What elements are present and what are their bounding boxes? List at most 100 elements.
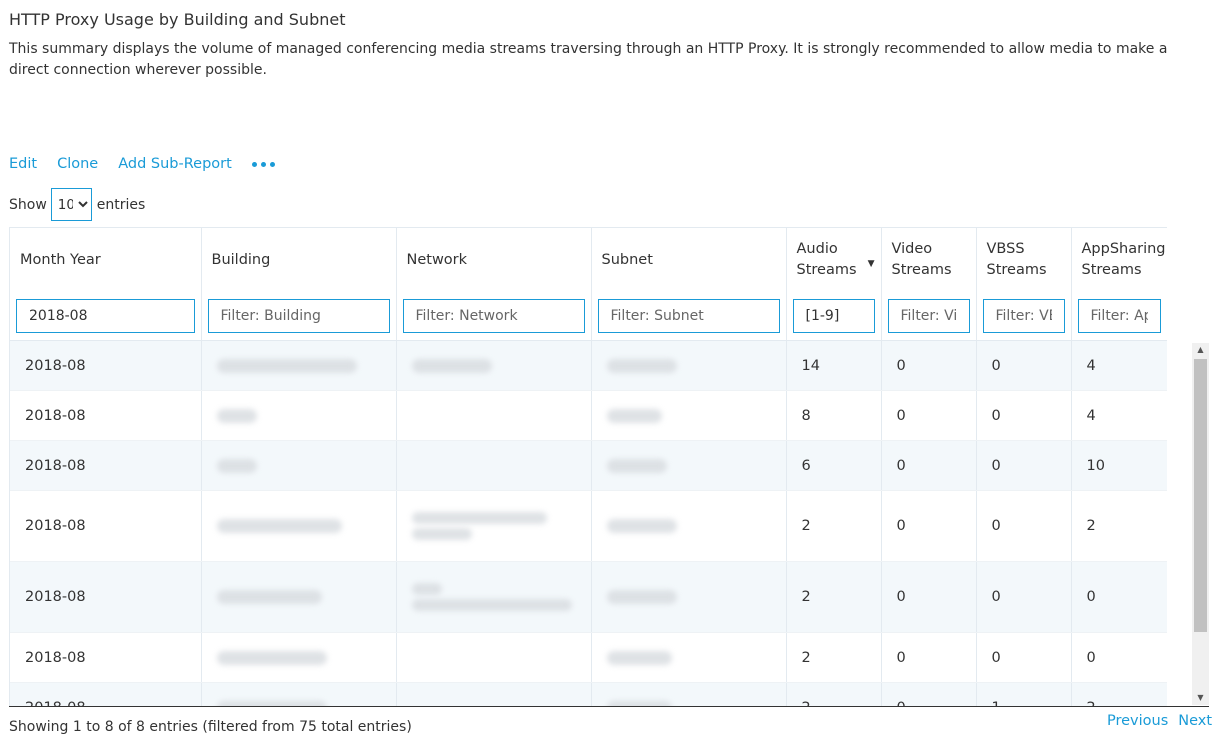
cell-vbss-streams: 0 xyxy=(976,490,1072,562)
cell-video-streams: 0 xyxy=(881,632,977,683)
column-header-appsharing-streams[interactable]: AppSharing Streams xyxy=(1071,227,1167,292)
cell-appsharing-streams: 4 xyxy=(1071,390,1167,441)
cell-vbss-streams: 0 xyxy=(976,632,1072,683)
table-row: 2018-08 6 0 0 10 xyxy=(10,440,1167,491)
cell-appsharing-streams: 10 xyxy=(1071,440,1167,491)
entries-label: entries xyxy=(96,196,146,213)
cell-video-streams: 0 xyxy=(881,390,977,441)
cell-month-year: 2018-08 xyxy=(10,390,202,441)
filter-subnet-input[interactable] xyxy=(597,299,780,333)
table-row: 2018-08 8 0 0 4 xyxy=(10,390,1167,441)
header-row: Month Year Building Network Subnet Audio… xyxy=(10,227,1167,292)
cell-building-redacted xyxy=(201,561,397,633)
table-row: 2018-08 2 0 1 2 xyxy=(10,682,1167,706)
filter-vbss-streams-input[interactable] xyxy=(982,299,1065,333)
filter-network-input[interactable] xyxy=(402,299,585,333)
cell-network-redacted xyxy=(396,390,592,441)
cell-audio-streams: 2 xyxy=(786,632,882,683)
cell-vbss-streams: 1 xyxy=(976,682,1072,706)
cell-network-redacted xyxy=(396,632,592,683)
cell-building-redacted xyxy=(201,440,397,491)
cell-audio-streams: 2 xyxy=(786,490,882,562)
edit-link[interactable]: Edit xyxy=(9,156,37,172)
filter-appsharing-streams-input[interactable] xyxy=(1077,299,1161,333)
cell-building-redacted xyxy=(201,390,397,441)
cell-building-redacted xyxy=(201,682,397,706)
cell-building-redacted xyxy=(201,632,397,683)
cell-vbss-streams: 0 xyxy=(976,440,1072,491)
add-sub-report-link[interactable]: Add Sub-Report xyxy=(118,156,232,172)
cell-video-streams: 0 xyxy=(881,490,977,562)
table-row: 2018-08 2 0 0 0 xyxy=(10,561,1167,633)
cell-appsharing-streams: 0 xyxy=(1071,561,1167,633)
cell-video-streams: 0 xyxy=(881,682,977,706)
cell-subnet-redacted xyxy=(591,390,787,441)
cell-appsharing-streams: 2 xyxy=(1071,682,1167,706)
cell-appsharing-streams: 2 xyxy=(1071,490,1167,562)
table-bottom-divider xyxy=(9,706,1209,707)
cell-subnet-redacted xyxy=(591,682,787,706)
column-header-video-streams[interactable]: Video Streams xyxy=(881,227,977,292)
cell-audio-streams: 14 xyxy=(786,340,882,391)
cell-network-redacted xyxy=(396,490,592,562)
filter-row xyxy=(10,292,1167,341)
column-header-month-year[interactable]: Month Year xyxy=(10,227,202,292)
cell-month-year: 2018-08 xyxy=(10,682,202,706)
column-header-subnet[interactable]: Subnet xyxy=(591,227,787,292)
filter-video-streams-input[interactable] xyxy=(887,299,970,333)
scroll-up-icon[interactable]: ▲ xyxy=(1192,343,1209,357)
cell-subnet-redacted xyxy=(591,561,787,633)
show-label: Show xyxy=(9,196,47,213)
column-header-vbss-streams[interactable]: VBSS Streams xyxy=(976,227,1072,292)
report-table-container: Month Year Building Network Subnet Audio… xyxy=(9,227,1167,706)
table-row: 2018-08 14 0 0 4 xyxy=(10,340,1167,391)
clone-link[interactable]: Clone xyxy=(57,156,98,172)
cell-video-streams: 0 xyxy=(881,561,977,633)
cell-audio-streams: 8 xyxy=(786,390,882,441)
report-table: Month Year Building Network Subnet Audio… xyxy=(10,227,1167,706)
column-header-audio-streams[interactable]: Audio Streams ▼ xyxy=(786,227,882,292)
sort-desc-icon: ▼ xyxy=(867,259,875,269)
cell-vbss-streams: 0 xyxy=(976,390,1072,441)
cell-audio-streams: 2 xyxy=(786,561,882,633)
cell-month-year: 2018-08 xyxy=(10,440,202,491)
cell-subnet-redacted xyxy=(591,440,787,491)
column-header-network[interactable]: Network xyxy=(396,227,592,292)
cell-vbss-streams: 0 xyxy=(976,561,1072,633)
cell-month-year: 2018-08 xyxy=(10,561,202,633)
cell-audio-streams: 2 xyxy=(786,682,882,706)
filter-audio-streams-input[interactable] xyxy=(792,299,875,333)
cell-vbss-streams: 0 xyxy=(976,340,1072,391)
cell-building-redacted xyxy=(201,490,397,562)
cell-network-redacted xyxy=(396,340,592,391)
cell-building-redacted xyxy=(201,340,397,391)
cell-video-streams: 0 xyxy=(881,440,977,491)
cell-network-redacted xyxy=(396,682,592,706)
entries-length-control: Show 10 entries xyxy=(9,188,145,221)
next-page-link[interactable]: Next xyxy=(1178,713,1212,729)
cell-month-year: 2018-08 xyxy=(10,490,202,562)
table-row: 2018-08 2 0 0 0 xyxy=(10,632,1167,683)
cell-network-redacted xyxy=(396,440,592,491)
column-header-building[interactable]: Building xyxy=(201,227,397,292)
previous-page-link[interactable]: Previous xyxy=(1107,713,1168,729)
table-row: 2018-08 2 0 0 2 xyxy=(10,490,1167,562)
filter-month-year-input[interactable] xyxy=(16,299,195,333)
table-scrollbar[interactable]: ▲ ▼ xyxy=(1192,343,1209,705)
cell-appsharing-streams: 0 xyxy=(1071,632,1167,683)
cell-month-year: 2018-08 xyxy=(10,340,202,391)
report-title: HTTP Proxy Usage by Building and Subnet xyxy=(9,10,346,29)
scroll-down-icon[interactable]: ▼ xyxy=(1192,691,1209,705)
cell-subnet-redacted xyxy=(591,340,787,391)
scrollbar-thumb[interactable] xyxy=(1194,359,1207,632)
cell-appsharing-streams: 4 xyxy=(1071,340,1167,391)
report-description: This summary displays the volume of mana… xyxy=(9,41,1168,78)
report-actions: Edit Clone Add Sub-Report xyxy=(9,154,275,174)
entries-per-page-select[interactable]: 10 xyxy=(50,188,92,221)
filter-building-input[interactable] xyxy=(207,299,390,333)
more-horizontal-icon[interactable] xyxy=(251,154,275,174)
pagination: Previous Next xyxy=(1107,713,1212,729)
cell-subnet-redacted xyxy=(591,632,787,683)
cell-subnet-redacted xyxy=(591,490,787,562)
table-info: Showing 1 to 8 of 8 entries (filtered fr… xyxy=(9,719,412,735)
